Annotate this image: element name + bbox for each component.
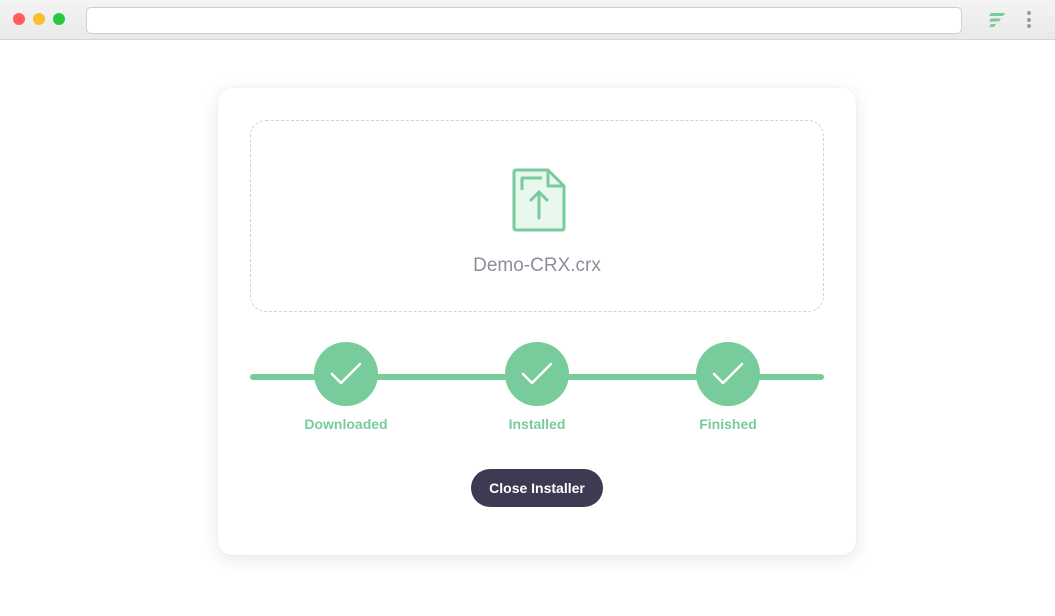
check-icon: [521, 362, 553, 385]
browser-toolbar: [0, 0, 1055, 40]
address-bar[interactable]: [86, 7, 962, 34]
step-installed: Installed: [457, 342, 617, 432]
step-finished: Finished: [648, 342, 808, 432]
check-icon: [712, 362, 744, 385]
step-circle: [314, 342, 378, 406]
minimize-window-button[interactable]: [33, 13, 45, 25]
step-label: Installed: [508, 416, 566, 432]
file-dropzone[interactable]: Demo-CRX.crx: [250, 120, 824, 312]
file-name: Demo-CRX.crx: [473, 255, 601, 276]
step-label: Finished: [699, 416, 757, 432]
file-upload-icon: [512, 168, 566, 232]
stacked-bars-icon[interactable]: [988, 12, 1006, 28]
install-progress: Downloaded Installed Finished: [250, 342, 824, 432]
vertical-dots-icon[interactable]: [1022, 11, 1036, 31]
close-window-button[interactable]: [13, 13, 25, 25]
installer-card: Demo-CRX.crx Downloaded Installed Finish…: [218, 88, 856, 555]
maximize-window-button[interactable]: [53, 13, 65, 25]
step-label: Downloaded: [304, 416, 388, 432]
check-icon: [330, 362, 362, 385]
close-installer-button[interactable]: Close Installer: [471, 469, 603, 507]
step-circle: [696, 342, 760, 406]
step-downloaded: Downloaded: [266, 342, 426, 432]
step-circle: [505, 342, 569, 406]
